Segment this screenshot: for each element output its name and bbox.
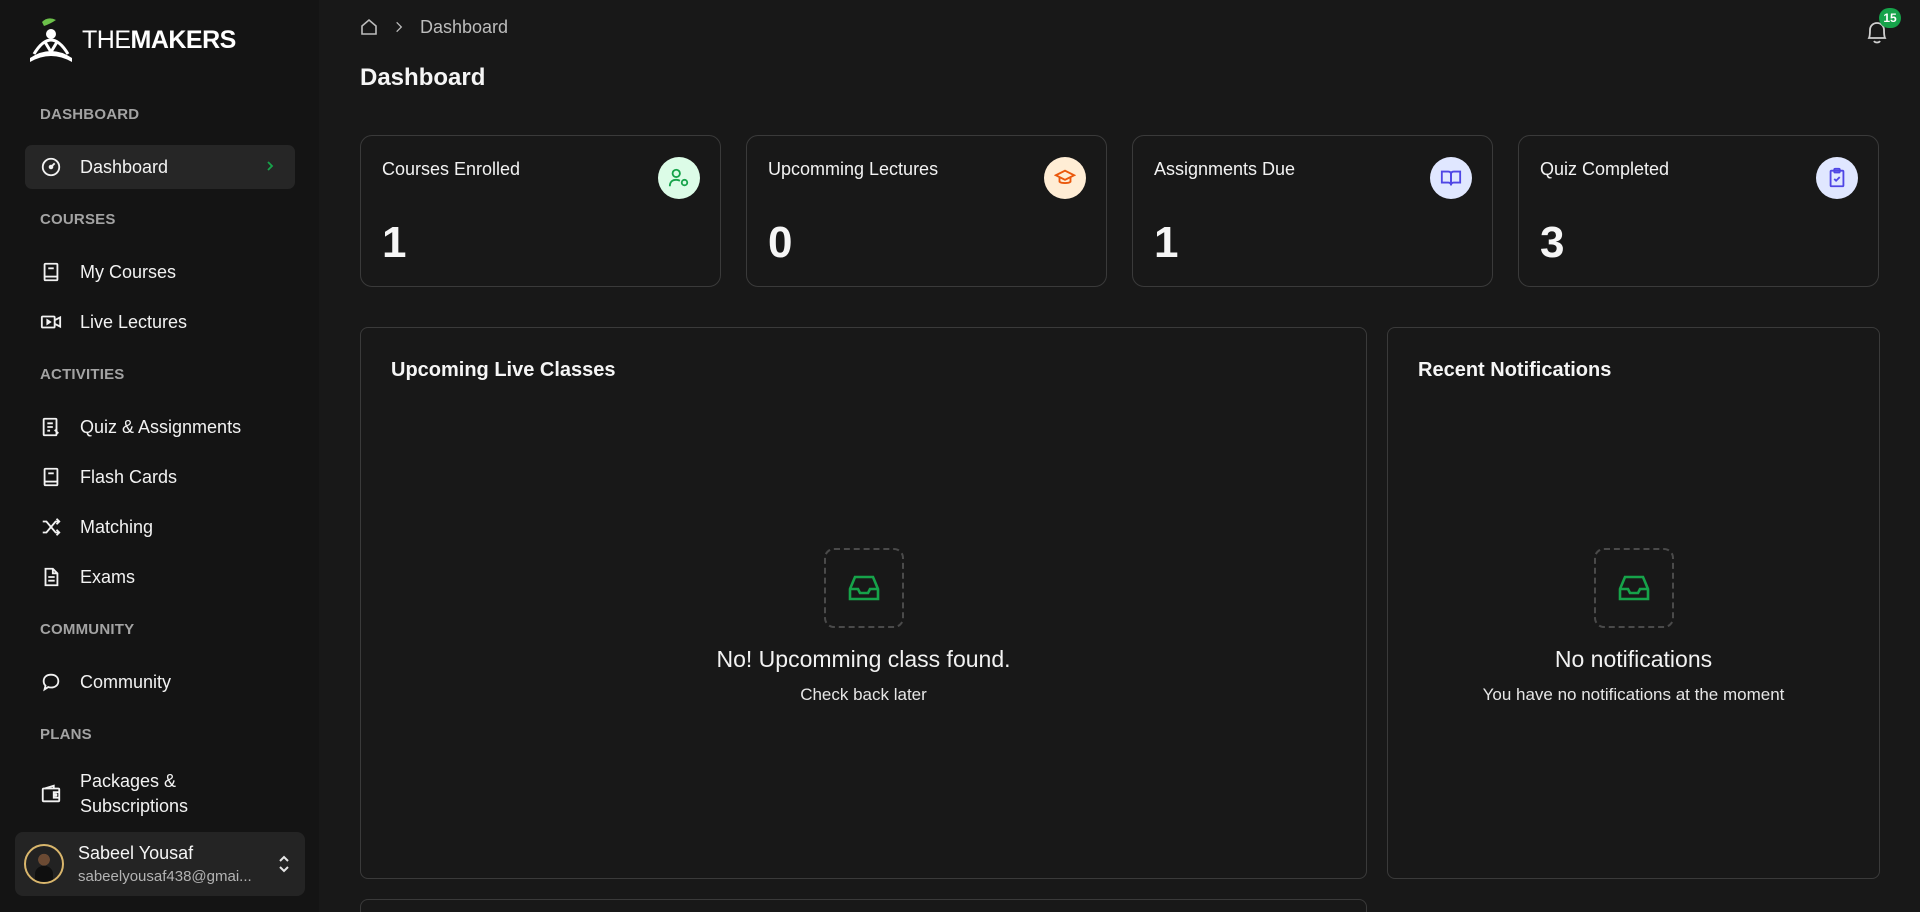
empty-state: No notifications You have no notificatio… [1388, 548, 1879, 705]
stat-card-upcoming-lectures: Upcomming Lectures 0 [746, 135, 1107, 287]
inbox-icon [1593, 548, 1674, 628]
sidebar-item-label: Community [80, 671, 172, 692]
gauge-icon [40, 156, 62, 178]
user-info: Sabeel Yousaf sabeelyousaf438@gmai... [78, 843, 253, 885]
sidebar-item-label: Flash Cards [80, 466, 178, 487]
stat-value: 3 [1540, 218, 1565, 267]
page-title: Dashboard [360, 64, 486, 91]
notification-count-badge: 15 [1879, 8, 1901, 28]
empty-state-title: No notifications [1554, 646, 1713, 672]
brand-logo[interactable]: THEMAKERS [24, 14, 236, 66]
sidebar-item-label: Quiz & Assignments [80, 416, 242, 437]
chevron-right-icon [396, 21, 403, 33]
sidebar-item-flash-cards[interactable]: Flash Cards [25, 455, 295, 499]
stat-label: Upcomming Lectures [768, 159, 939, 179]
graduation-cap-icon [1044, 157, 1086, 199]
upcoming-live-classes-panel: Upcoming Live Classes No! Upcomming clas… [360, 327, 1367, 879]
stat-card-assignments-due: Assignments Due 1 [1132, 135, 1493, 287]
nav-section-activities: ACTIVITIES [40, 366, 125, 383]
sidebar-item-exams[interactable]: Exams [25, 555, 295, 599]
sidebar-item-matching[interactable]: Matching [25, 505, 295, 549]
home-icon[interactable] [360, 18, 378, 36]
document-list-icon [40, 416, 62, 438]
sidebar-item-label: Live Lectures [80, 311, 188, 332]
empty-state-subtitle: Check back later [800, 685, 927, 704]
book-icon [40, 261, 62, 283]
breadcrumb: Dashboard [360, 16, 508, 38]
stat-card-courses-enrolled: Courses Enrolled 1 [360, 135, 721, 287]
sidebar-item-community[interactable]: Community [25, 660, 295, 704]
user-gear-icon [658, 157, 700, 199]
sidebar-item-label: Packages & Subscriptions [80, 771, 189, 816]
sidebar-item-my-courses[interactable]: My Courses [25, 250, 295, 294]
breadcrumb-current: Dashboard [420, 16, 509, 37]
chat-bubble-icon [40, 671, 62, 693]
sidebar-item-label: Matching [80, 516, 154, 537]
sidebar-item-label: My Courses [80, 261, 177, 282]
user-email: sabeelyousaf438@gmai... [78, 868, 252, 885]
sidebar-item-label: Dashboard [80, 156, 169, 177]
sidebar-item-label: Exams [80, 566, 136, 587]
next-panel-partial [360, 899, 1367, 912]
shuffle-icon [40, 516, 62, 538]
brand-name: THEMAKERS [82, 25, 236, 54]
panel-title: Recent Notifications [1418, 359, 1612, 381]
sidebar: THEMAKERS DASHBOARD Dashboard COURSES My… [0, 0, 319, 912]
stat-value: 1 [1154, 218, 1179, 267]
stat-card-quiz-completed: Quiz Completed 3 [1518, 135, 1879, 287]
nav-section-plans: PLANS [40, 726, 92, 743]
sidebar-item-packages-subscriptions[interactable]: Packages & Subscriptions [25, 765, 295, 823]
stat-label: Courses Enrolled [382, 159, 521, 179]
sidebar-item-live-lectures[interactable]: Live Lectures [25, 300, 295, 344]
chevron-up-down-icon[interactable] [275, 854, 293, 874]
brand-mark-icon [30, 18, 72, 62]
user-name: Sabeel Yousaf [78, 843, 194, 863]
panel-title: Upcoming Live Classes [391, 359, 616, 381]
stat-label: Assignments Due [1154, 159, 1296, 179]
empty-state-subtitle: You have no notifications at the moment [1482, 685, 1785, 704]
chevron-right-icon [267, 161, 274, 171]
user-menu[interactable]: Sabeel Yousaf sabeelyousaf438@gmai... [15, 832, 305, 896]
book-icon [40, 466, 62, 488]
nav-section-community: COMMUNITY [40, 621, 135, 638]
stat-value: 1 [382, 218, 407, 267]
sidebar-item-dashboard[interactable]: Dashboard [25, 145, 295, 189]
empty-state: No! Upcomming class found. Check back la… [361, 548, 1366, 705]
avatar [24, 844, 64, 884]
stat-label: Quiz Completed [1540, 159, 1670, 179]
inbox-icon [823, 548, 904, 628]
recent-notifications-panel: Recent Notifications No notifications Yo… [1387, 327, 1880, 879]
nav-section-dashboard: DASHBOARD [40, 106, 140, 123]
nav-section-courses: COURSES [40, 211, 116, 228]
open-book-icon [1430, 157, 1472, 199]
empty-state-title: No! Upcomming class found. [716, 646, 1011, 672]
stat-value: 0 [768, 218, 793, 267]
file-text-icon [40, 566, 62, 588]
app-root: THEMAKERS DASHBOARD Dashboard COURSES My… [0, 0, 1920, 912]
sidebar-item-quiz-assignments[interactable]: Quiz & Assignments [25, 405, 295, 449]
video-icon [40, 311, 62, 333]
wallet-icon [40, 783, 62, 805]
clipboard-check-icon [1816, 157, 1858, 199]
